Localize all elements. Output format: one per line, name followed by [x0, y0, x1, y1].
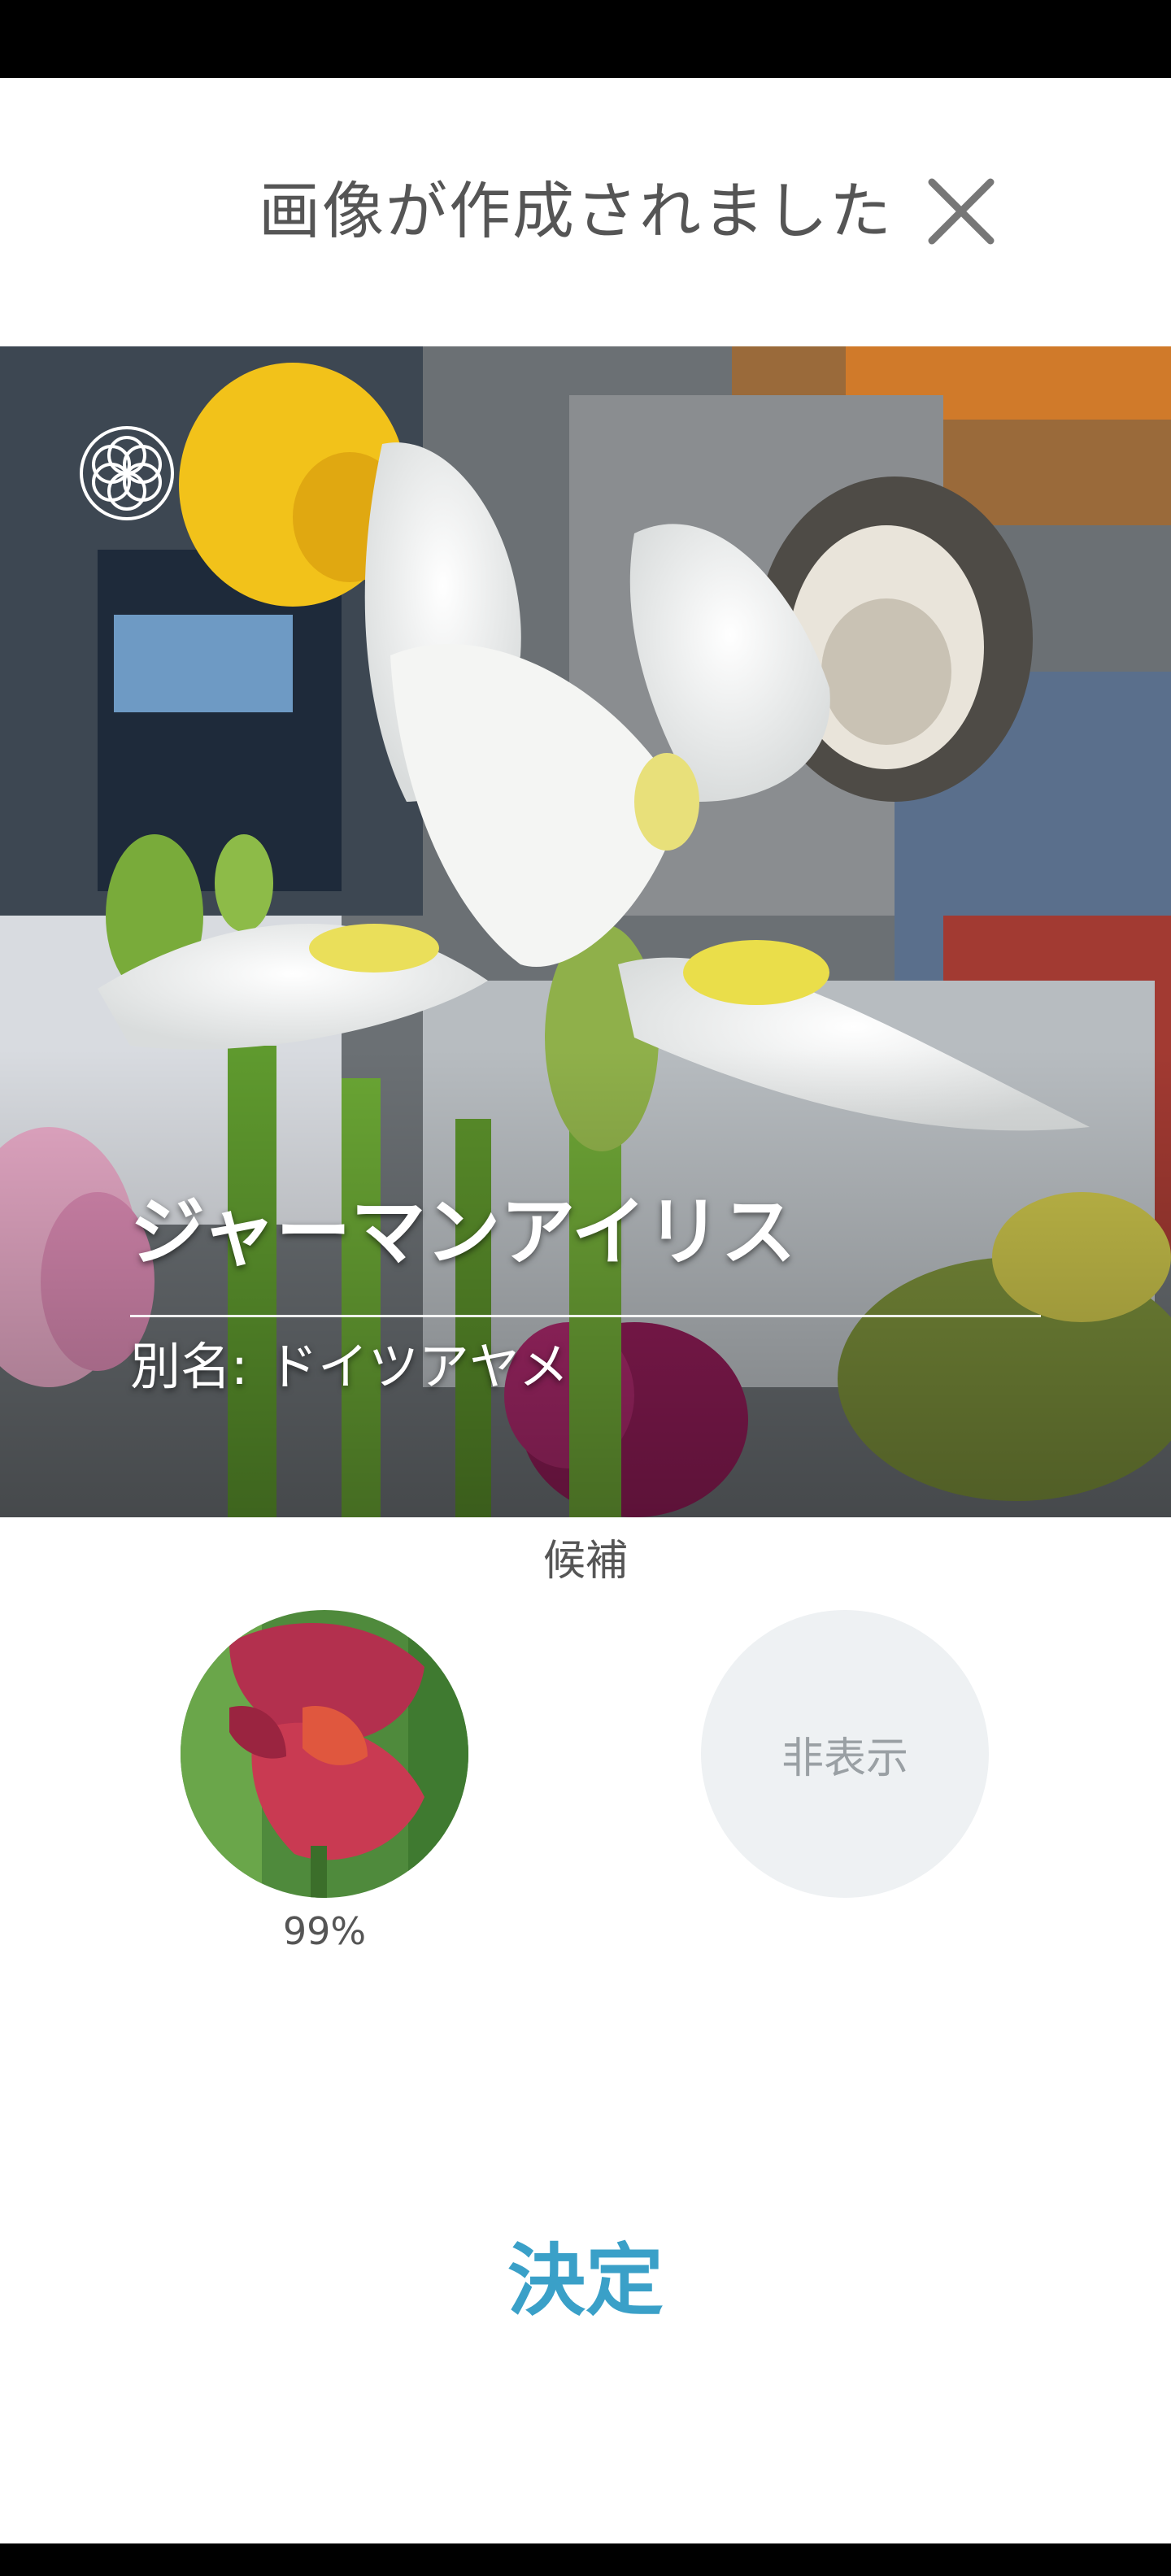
flower-of-life-logo-icon [80, 426, 174, 520]
close-icon [928, 178, 995, 245]
candidates-label: 候補 [542, 1537, 628, 1586]
hide-button-label: 非表示 [781, 1734, 908, 1783]
page-title: 画像が作成されました [259, 175, 893, 247]
candidate-confidence: 99% [282, 1909, 367, 1953]
flower-photo: ジャーマンアイリス 別名: ドイツアヤメ [0, 346, 1171, 1517]
red-iris-thumbnail-image [181, 1610, 468, 1898]
navigation-bar [0, 2543, 1171, 2576]
close-button[interactable] [922, 172, 1000, 250]
confirm-button[interactable]: 決定 [423, 2228, 748, 2334]
candidate-thumbnail[interactable] [181, 1610, 468, 1898]
alias-value: ドイツアヤメ [267, 1337, 569, 1396]
alias-label: 別名: [130, 1337, 248, 1396]
flower-name: ジャーマンアイリス [130, 1189, 796, 1276]
status-bar [0, 0, 1171, 78]
alias-row: 別名: ドイツアヤメ [130, 1330, 569, 1403]
name-divider [130, 1315, 1041, 1317]
app-logo [78, 424, 176, 522]
hide-button[interactable]: 非表示 [701, 1610, 989, 1898]
